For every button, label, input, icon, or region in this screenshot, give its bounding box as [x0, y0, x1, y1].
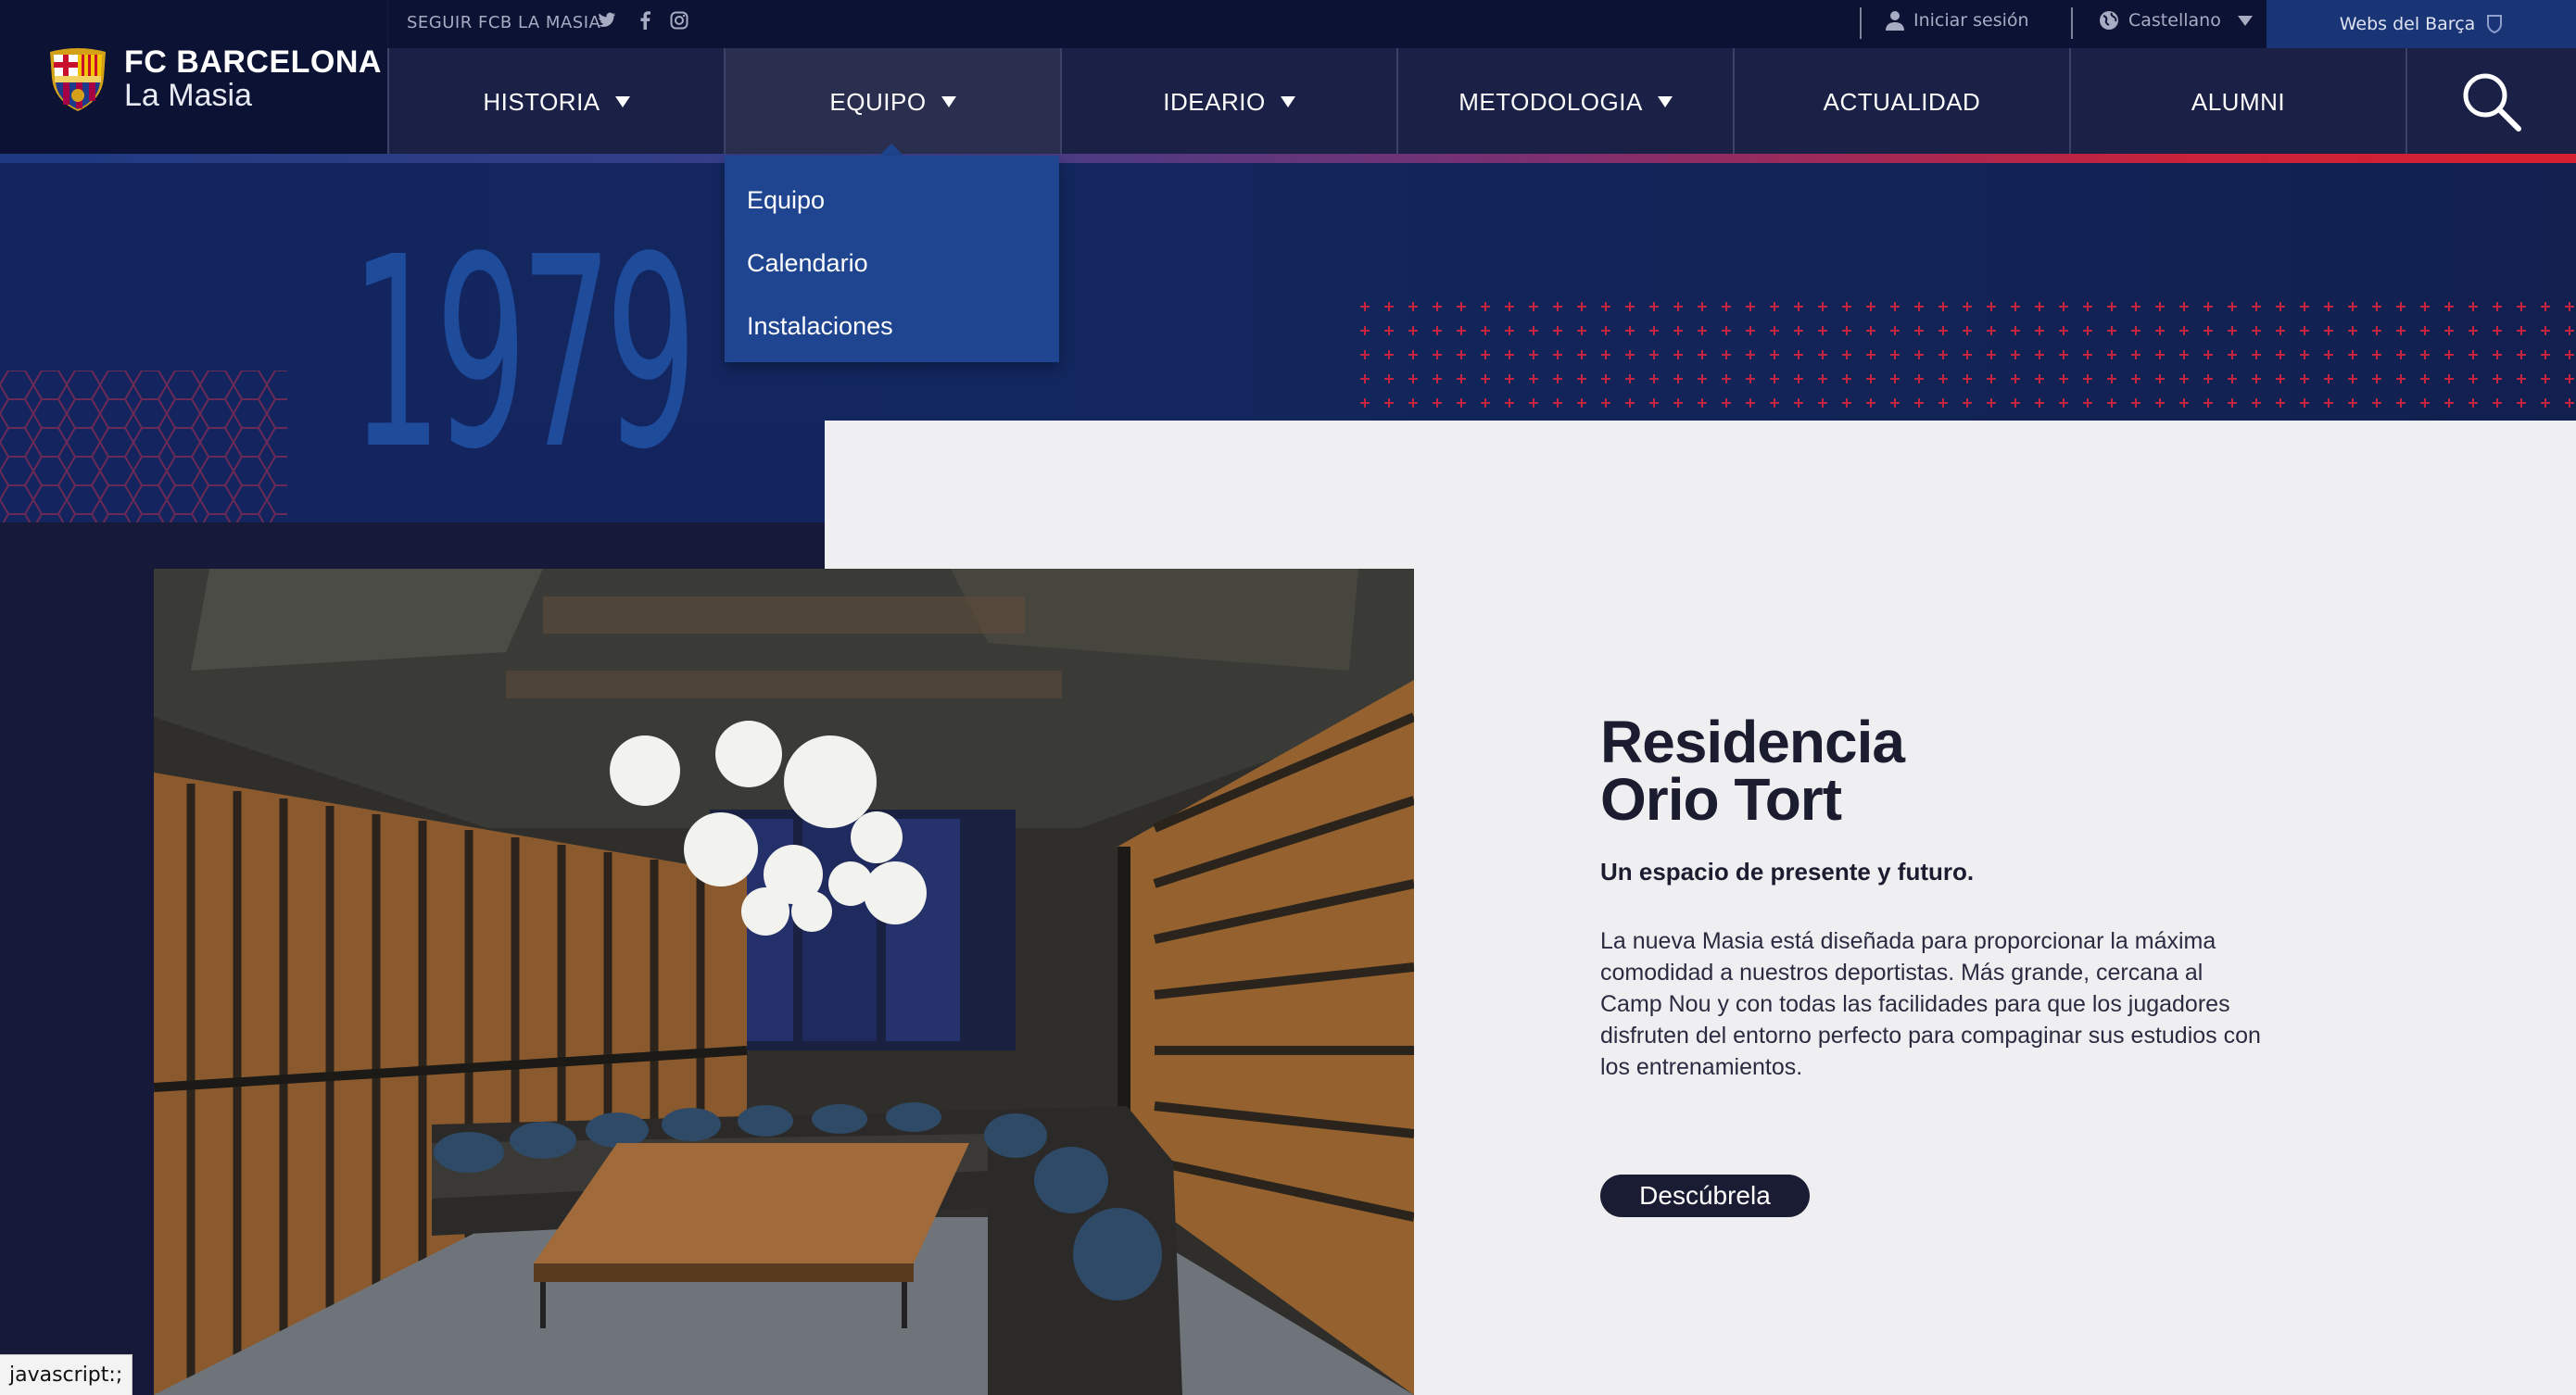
nav-item-alumni[interactable]: ALUMNI — [2069, 48, 2406, 156]
nav-label: ALUMNI — [2191, 87, 2286, 116]
language-selector[interactable]: Castellano — [2099, 10, 2253, 31]
browser-status-bar: javascript:; — [0, 1354, 133, 1395]
nav-item-equipo[interactable]: EQUIPO — [724, 48, 1060, 156]
search-button[interactable] — [2406, 48, 2576, 156]
residence-lounge-photo — [154, 569, 1414, 1395]
nav-label: HISTORIA — [483, 87, 600, 116]
language-label: Castellano — [2128, 10, 2221, 31]
discover-button[interactable]: Descúbrela — [1600, 1175, 1810, 1217]
plus-pattern — [1353, 295, 2576, 411]
nav-label: IDEARIO — [1163, 87, 1266, 116]
equipo-dropdown-menu: Equipo Calendario Instalaciones — [725, 156, 1059, 362]
facebook-icon[interactable] — [634, 9, 656, 31]
hexagon-pattern — [0, 371, 287, 522]
globe-icon — [2100, 11, 2118, 30]
nav-label: EQUIPO — [829, 87, 927, 116]
feature-title-line1: Residencia — [1600, 709, 1905, 775]
dropdown-item-instalaciones[interactable]: Instalaciones — [725, 308, 1059, 371]
dropdown-item-calendario[interactable]: Calendario — [725, 245, 1059, 308]
dropdown-item-equipo[interactable]: Equipo — [725, 182, 1059, 245]
page: 1979 SEGUIR FCB LA MASIA Iniciar sesión … — [0, 0, 2576, 1395]
instagram-icon[interactable] — [668, 9, 690, 31]
nav-item-actualidad[interactable]: ACTUALIDAD — [1733, 48, 2069, 156]
search-icon — [2463, 73, 2521, 132]
dropdown-pointer — [878, 144, 904, 157]
nav-item-metodologia[interactable]: METODOLOGIA — [1396, 48, 1733, 156]
follow-label: SEGUIR FCB LA MASIA — [407, 13, 601, 32]
user-icon — [1886, 11, 1904, 31]
fcb-crest-icon — [50, 48, 106, 111]
divider — [2071, 7, 2073, 39]
caret-down-icon — [1280, 96, 1295, 107]
nav-item-historia[interactable]: HISTORIA — [387, 48, 724, 156]
hero-year: 1979 — [350, 200, 697, 507]
feature-body: La nueva Masia está diseñada para propor… — [1600, 928, 2261, 1080]
feature-title-line2: Orio Tort — [1600, 766, 1842, 833]
logo[interactable]: FC BARCELONA La Masia — [0, 0, 387, 156]
nav-label: ACTUALIDAD — [1823, 87, 1981, 116]
chevron-down-icon — [2237, 15, 2253, 26]
feature-content: Residencia Orio Tort Un espacio de prese… — [1600, 709, 2267, 1083]
caret-down-icon — [1657, 96, 1673, 107]
shield-icon — [2487, 15, 2503, 34]
caret-down-icon — [614, 96, 630, 107]
top-utility-bar: SEGUIR FCB LA MASIA Iniciar sesión Caste… — [388, 0, 2576, 48]
nav-item-ideario[interactable]: IDEARIO — [1060, 48, 1396, 156]
brand-name: FC BARCELONA — [124, 44, 382, 80]
twitter-icon[interactable] — [596, 9, 618, 31]
webs-label: Webs del Barça — [2339, 14, 2476, 34]
feature-title: Residencia Orio Tort — [1600, 709, 2267, 833]
divider — [1860, 7, 1862, 39]
nav-gradient-line — [0, 154, 2576, 163]
nav-label: METODOLOGIA — [1458, 87, 1643, 116]
webs-del-barca-button[interactable]: Webs del Barça — [2267, 0, 2576, 48]
login-link[interactable]: Iniciar sesión — [1886, 10, 2029, 31]
login-label: Iniciar sesión — [1913, 10, 2029, 31]
caret-down-icon — [941, 96, 956, 107]
main-navigation: HISTORIA EQUIPO IDEARIO METODOLOGIA ACTU… — [387, 48, 2576, 156]
brand-subtitle: La Masia — [124, 78, 252, 113]
feature-subtitle: Un espacio de presente y futuro. — [1600, 858, 1975, 886]
